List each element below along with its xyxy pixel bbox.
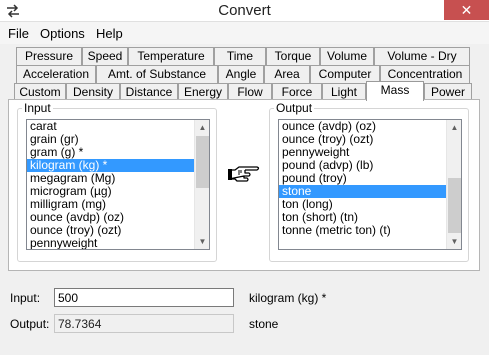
list-item[interactable]: milligram (mg) — [27, 198, 195, 211]
scroll-down-icon[interactable]: ▼ — [195, 234, 209, 249]
list-item[interactable]: pound (advp) (lb) — [279, 159, 447, 172]
output-listbox[interactable]: ounce (avdp) (oz) ounce (troy) (ozt) pen… — [278, 119, 462, 250]
tab-mass[interactable]: Mass — [366, 81, 424, 101]
input-scrollbar[interactable]: ▲ ▼ — [194, 120, 209, 249]
output-label: Output: — [10, 317, 50, 331]
pointing-hand-icon — [228, 166, 260, 182]
list-item[interactable]: pennyweight — [279, 146, 447, 159]
input-label: Input: — [10, 291, 41, 305]
list-item[interactable]: ounce (avdp) (oz) — [279, 120, 447, 133]
list-item[interactable]: ounce (troy) (ozt) — [279, 133, 447, 146]
tab-time[interactable]: Time — [214, 47, 266, 65]
title-bar: Convert ✕ — [0, 0, 489, 22]
list-item[interactable]: pennyweight — [27, 237, 195, 249]
menu-help[interactable]: Help — [96, 26, 123, 41]
tab-speed[interactable]: Speed — [82, 47, 128, 65]
tab-pressure[interactable]: Pressure — [16, 47, 82, 65]
output-group-label: Output — [274, 101, 315, 115]
menu-options[interactable]: Options — [40, 26, 85, 41]
tab-angle[interactable]: Angle — [218, 65, 264, 83]
list-item[interactable]: pound (troy) — [279, 172, 447, 185]
input-value-field[interactable] — [54, 288, 234, 307]
list-item[interactable]: tonne (metric ton) (t) — [279, 224, 447, 237]
tab-panel-mass: Input carat grain (gr) gram (g) * kilogr… — [8, 99, 480, 271]
menu-file[interactable]: File — [8, 26, 29, 41]
output-unit-label: stone — [249, 317, 279, 331]
tab-temperature[interactable]: Temperature — [128, 47, 214, 65]
input-group-label: Input — [22, 101, 53, 115]
list-item[interactable]: ton (short) (tn) — [279, 211, 447, 224]
menu-bar: File Options Help — [0, 22, 489, 44]
tab-volume-dry[interactable]: Volume - Dry — [374, 47, 470, 65]
list-item[interactable]: gram (g) * — [27, 146, 195, 159]
list-item[interactable]: ounce (troy) (ozt) — [27, 224, 195, 237]
input-unit-label: kilogram (kg) * — [249, 291, 327, 305]
window-title: Convert — [218, 2, 271, 19]
tab-acceleration[interactable]: Acceleration — [16, 65, 96, 83]
list-item[interactable]: megagram (Mg) — [27, 172, 195, 185]
list-item[interactable]: ton (long) — [279, 198, 447, 211]
scroll-thumb[interactable] — [448, 178, 461, 233]
list-item-selected[interactable]: stone — [279, 185, 447, 198]
list-item-selected[interactable]: kilogram (kg) * — [27, 159, 195, 172]
list-item[interactable]: carat — [27, 120, 195, 133]
tab-area[interactable]: Area — [264, 65, 310, 83]
scroll-thumb[interactable] — [196, 136, 209, 188]
tab-torque[interactable]: Torque — [266, 47, 320, 65]
output-scrollbar[interactable]: ▲ ▼ — [446, 120, 461, 249]
scroll-up-icon[interactable]: ▲ — [195, 120, 209, 135]
input-listbox[interactable]: carat grain (gr) gram (g) * kilogram (kg… — [26, 119, 210, 250]
scroll-down-icon[interactable]: ▼ — [447, 234, 461, 249]
scroll-up-icon[interactable]: ▲ — [447, 120, 461, 135]
list-item[interactable]: microgram (µg) — [27, 185, 195, 198]
list-item[interactable]: grain (gr) — [27, 133, 195, 146]
tab-amt-of-substance[interactable]: Amt. of Substance — [96, 65, 218, 83]
input-group: Input carat grain (gr) gram (g) * kilogr… — [17, 101, 217, 262]
output-group: Output ounce (avdp) (oz) ounce (troy) (o… — [269, 101, 469, 262]
close-button[interactable]: ✕ — [444, 0, 489, 20]
tab-volume[interactable]: Volume — [320, 47, 374, 65]
list-item[interactable]: ounce (avdp) (oz) — [27, 211, 195, 224]
output-value-field: 78.7364 — [54, 314, 234, 333]
